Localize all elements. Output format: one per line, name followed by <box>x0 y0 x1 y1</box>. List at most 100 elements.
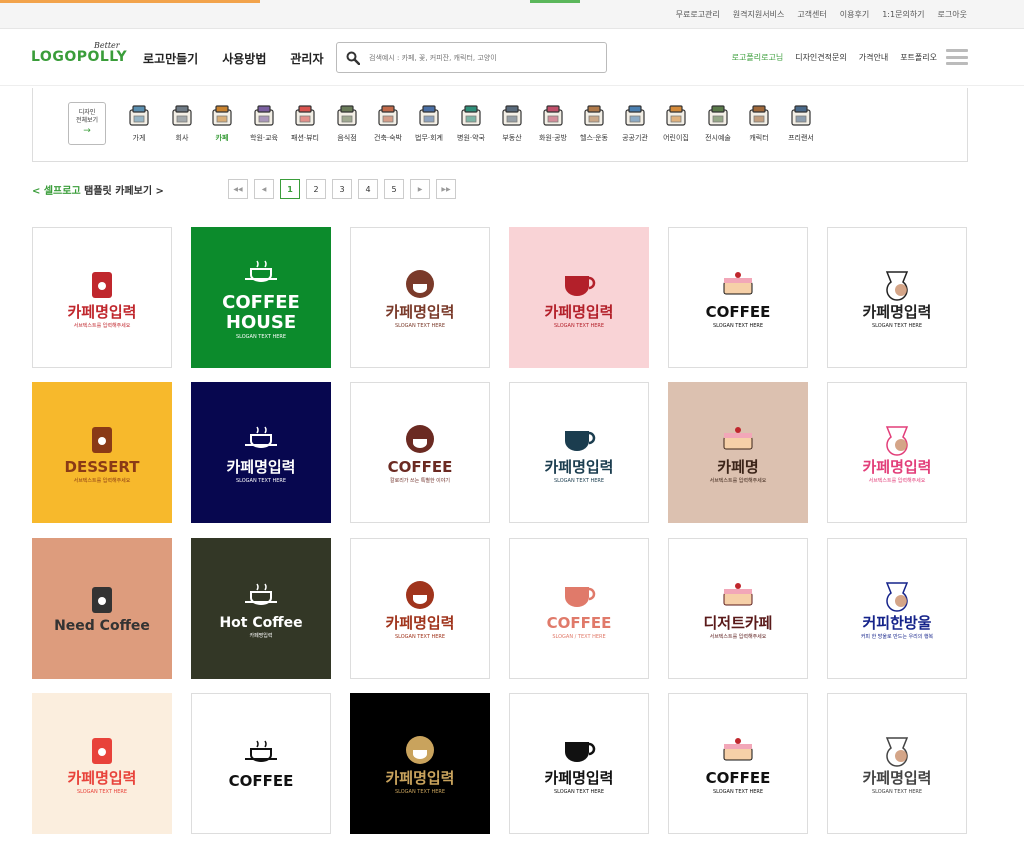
template-card[interactable]: 카페명입력 SLOGAN TEXT HERE <box>350 227 490 368</box>
template-card[interactable]: 카페명입력 서브텍스트를 입력해주세요 <box>827 382 967 523</box>
category-item[interactable]: 헬스·운동 <box>572 104 616 143</box>
template-title: COFFEE <box>387 458 453 477</box>
template-slogan: 서브텍스트를 입력해주세요 <box>868 477 926 484</box>
template-card[interactable]: 카페명입력 SLOGAN TEXT HERE <box>509 382 649 523</box>
page-3-button[interactable]: 3 <box>332 179 352 199</box>
gold-cup-icon <box>394 732 446 770</box>
template-card[interactable]: 카페명 서브텍스트를 입력해주세요 <box>668 382 808 523</box>
page-last-button[interactable]: ▶▶ <box>436 179 456 199</box>
right-nav: 로고폴리로고님 디자인견적문의 가격안내 포트폴리오 <box>732 52 937 63</box>
template-card[interactable]: Hot Coffee 카페명입력 <box>191 538 331 679</box>
search-input[interactable] <box>369 53 599 62</box>
category-item[interactable]: 패션·뷰티 <box>283 104 327 143</box>
util-link-inquiry[interactable]: 1:1문의하기 <box>882 9 924 20</box>
category-label: 화원·공방 <box>539 134 567 142</box>
template-title: COFFEE <box>228 772 294 791</box>
page-prev-button[interactable]: ◀ <box>254 179 274 199</box>
category-item[interactable]: 병원·약국 <box>449 104 493 143</box>
template-card[interactable]: DESSERT 서브텍스트를 입력해주세요 <box>32 382 172 523</box>
template-slogan: 서브텍스트를 입력해주세요 <box>709 477 767 484</box>
brand-logo[interactable]: Better LOGOPOLLY <box>31 41 127 65</box>
template-title: 카페명입력 <box>226 458 296 477</box>
template-slogan: 칼로리가 쓰는 특별한 이야기 <box>390 477 450 484</box>
template-slogan: SLOGAN TEXT HERE <box>553 322 605 329</box>
template-card[interactable]: COFFEE SLOGAN / TEXT HERE <box>509 538 649 679</box>
template-card[interactable]: Need Coffee <box>32 538 172 679</box>
category-all-line2: 전체보기 <box>75 117 99 124</box>
cup-saucer-icon <box>235 421 287 459</box>
category-item[interactable]: 건축·숙박 <box>366 104 410 143</box>
page-1-button[interactable]: 1 <box>280 179 300 199</box>
category-label: 공공기관 <box>622 134 648 142</box>
template-card[interactable]: 카페명입력 SLOGAN TEXT HERE <box>350 538 490 679</box>
category-bar: 디자인 전체보기 → 가게 회사 카페 학원·교육 패션·뷰티 음식점 건축·숙박 법무·회계… <box>32 88 968 162</box>
template-card[interactable]: COFFEE SLOGAN TEXT HERE <box>668 693 808 834</box>
breadcrumb-self-logo[interactable]: < 셀프로고 <box>32 186 81 197</box>
category-item[interactable]: 캐릭터 <box>737 104 781 143</box>
template-card[interactable]: COFFEE 칼로리가 쓰는 특별한 이야기 <box>350 382 490 523</box>
badge-frame-icon <box>712 421 764 459</box>
template-title: 카페명입력 <box>67 303 137 322</box>
util-link-free-logo[interactable]: 무료로고관리 <box>676 9 720 20</box>
category-item[interactable]: 음식점 <box>325 104 369 143</box>
page-2-button[interactable]: 2 <box>306 179 326 199</box>
template-card[interactable]: 카페명입력 SLOGAN TEXT HERE <box>827 227 967 368</box>
template-card[interactable]: 카페명입력 서브텍스트를 입력해주세요 <box>32 227 172 368</box>
circle-badge-icon <box>553 577 605 615</box>
template-card[interactable]: 카페명입력 SLOGAN TEXT HERE <box>827 693 967 834</box>
category-item[interactable]: 카페 <box>200 104 244 143</box>
category-item[interactable]: 프리랜서 <box>779 104 823 143</box>
category-label: 병원·약국 <box>457 134 485 142</box>
template-card[interactable]: 커피한방울 커피 한 방울로 만드는 우리의 행복 <box>827 538 967 679</box>
page-4-button[interactable]: 4 <box>358 179 378 199</box>
round-cup-icon <box>394 266 446 304</box>
template-slogan: SLOGAN TEXT HERE <box>76 788 128 795</box>
template-card[interactable]: 카페명입력 SLOGAN TEXT HERE <box>350 693 490 834</box>
breadcrumb-cafe[interactable]: 탬플릿 카페보기 > <box>81 186 164 197</box>
category-item[interactable]: 가게 <box>117 104 161 143</box>
nav-how-to-use[interactable]: 사용방법 <box>222 50 266 67</box>
category-label: 학원·교육 <box>250 134 278 142</box>
category-item[interactable]: 법무·회계 <box>407 104 451 143</box>
page-5-button[interactable]: 5 <box>384 179 404 199</box>
template-card[interactable]: 카페명입력 SLOGAN TEXT HERE <box>32 693 172 834</box>
template-card[interactable]: COFFEE SLOGAN TEXT HERE <box>668 227 808 368</box>
category-item[interactable]: 학원·교육 <box>242 104 286 143</box>
template-title: 카페명입력 <box>862 769 932 788</box>
category-item[interactable]: 회사 <box>160 104 204 143</box>
category-item[interactable]: 화원·공방 <box>531 104 575 143</box>
nav-user[interactable]: 로고폴리로고님 <box>732 52 784 63</box>
dripper-icon <box>871 266 923 304</box>
gallery-icon <box>696 104 740 128</box>
util-link-logout[interactable]: 로그아웃 <box>938 9 967 20</box>
util-link-remote-support[interactable]: 원격지원서비스 <box>733 9 785 20</box>
kettle-icon <box>76 732 128 770</box>
oval-frame-icon <box>235 578 287 616</box>
category-item[interactable]: 부동산 <box>490 104 534 143</box>
template-card[interactable]: 카페명입력 SLOGAN TEXT HERE <box>509 693 649 834</box>
nav-admin[interactable]: 관리자 <box>290 50 323 67</box>
util-link-customer-center[interactable]: 고객센터 <box>797 9 826 20</box>
book-icon <box>242 104 286 128</box>
template-title: 카페명입력 <box>385 614 455 633</box>
nav-portfolio[interactable]: 포트폴리오 <box>900 52 937 63</box>
util-link-reviews[interactable]: 이용후기 <box>840 9 869 20</box>
search-icon[interactable] <box>337 43 369 72</box>
category-item[interactable]: 공공기관 <box>613 104 657 143</box>
page-next-button[interactable]: ▶ <box>410 179 430 199</box>
nav-make-logo[interactable]: 로고만들기 <box>143 50 198 67</box>
menu-icon[interactable] <box>946 49 968 65</box>
category-all-button[interactable]: 디자인 전체보기 → <box>68 102 106 145</box>
page-first-button[interactable]: ◀◀ <box>228 179 248 199</box>
nav-pricing[interactable]: 가격안내 <box>859 52 888 63</box>
category-item[interactable]: 어린이집 <box>654 104 698 143</box>
pancake-icon <box>871 732 923 770</box>
template-card[interactable]: 디저트카페 서브텍스트를 입력해주세요 <box>668 538 808 679</box>
template-card[interactable]: 카페명입력 SLOGAN TEXT HERE <box>191 382 331 523</box>
nav-design-quote[interactable]: 디자인견적문의 <box>795 52 847 63</box>
template-card[interactable]: 카페명입력 SLOGAN TEXT HERE <box>509 227 649 368</box>
template-slogan: SLOGAN TEXT HERE <box>394 633 446 640</box>
category-item[interactable]: 전시예술 <box>696 104 740 143</box>
template-card[interactable]: COFFEE HOUSE SLOGAN TEXT HERE <box>191 227 331 368</box>
template-card[interactable]: COFFEE <box>191 693 331 834</box>
